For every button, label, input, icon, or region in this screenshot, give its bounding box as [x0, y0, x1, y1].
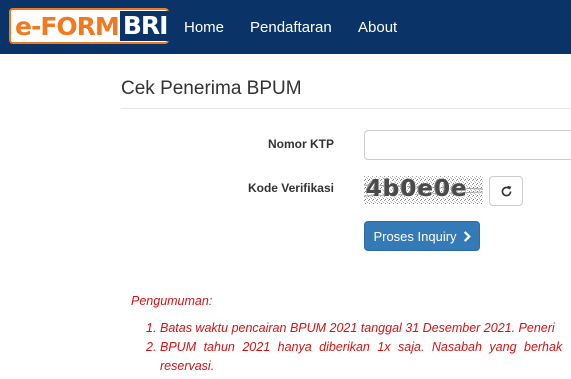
brand-logo[interactable]: e- FORM BRI — [9, 8, 171, 44]
title-divider — [121, 108, 571, 109]
page-title: Cek Penerima BPUM — [121, 78, 302, 99]
chevron-right-icon — [463, 230, 471, 242]
announcement-item-continuation: reservasi. — [160, 359, 215, 373]
captcha-image: 4b0e0e — [364, 176, 483, 204]
proses-inquiry-label: Proses Inquiry — [373, 228, 457, 244]
nav-about[interactable]: About — [358, 19, 397, 36]
announcement-item-number: 2. — [146, 340, 157, 354]
kode-verifikasi-label: Kode Verifikasi — [247, 181, 334, 195]
announcement-item: 1. Batas waktu pencairan BPUM 2021 tangg… — [146, 319, 571, 338]
announcement-list: 1. Batas waktu pencairan BPUM 2021 tangg… — [146, 319, 571, 376]
announcement-item-text: Batas waktu pencairan BPUM 2021 tanggal … — [160, 321, 555, 335]
refresh-icon — [501, 185, 511, 196]
announcement-item-number: 1. — [146, 321, 157, 335]
navbar: e- FORM BRI Home Pendaftaran About — [0, 0, 571, 54]
ktp-input[interactable] — [364, 130, 571, 160]
nav-home[interactable]: Home — [184, 19, 224, 36]
announcement-title: Pengumuman: — [131, 294, 213, 308]
announcement-item: 2. BPUM tahun 2021 hanya diberikan 1x sa… — [146, 338, 571, 376]
captcha-text: 4b0e0e — [366, 176, 468, 202]
brand-logo-bri: BRI — [119, 11, 171, 41]
brand-logo-e: e- — [15, 11, 41, 41]
brand-logo-form: FORM — [40, 11, 119, 41]
ktp-label: Nomor KTP — [268, 137, 334, 151]
announcement-item-text: BPUM tahun 2021 hanya diberikan 1x saja.… — [160, 340, 563, 354]
proses-inquiry-button[interactable]: Proses Inquiry — [364, 221, 480, 251]
refresh-captcha-button[interactable] — [489, 176, 523, 206]
nav-pendaftaran[interactable]: Pendaftaran — [250, 19, 332, 36]
